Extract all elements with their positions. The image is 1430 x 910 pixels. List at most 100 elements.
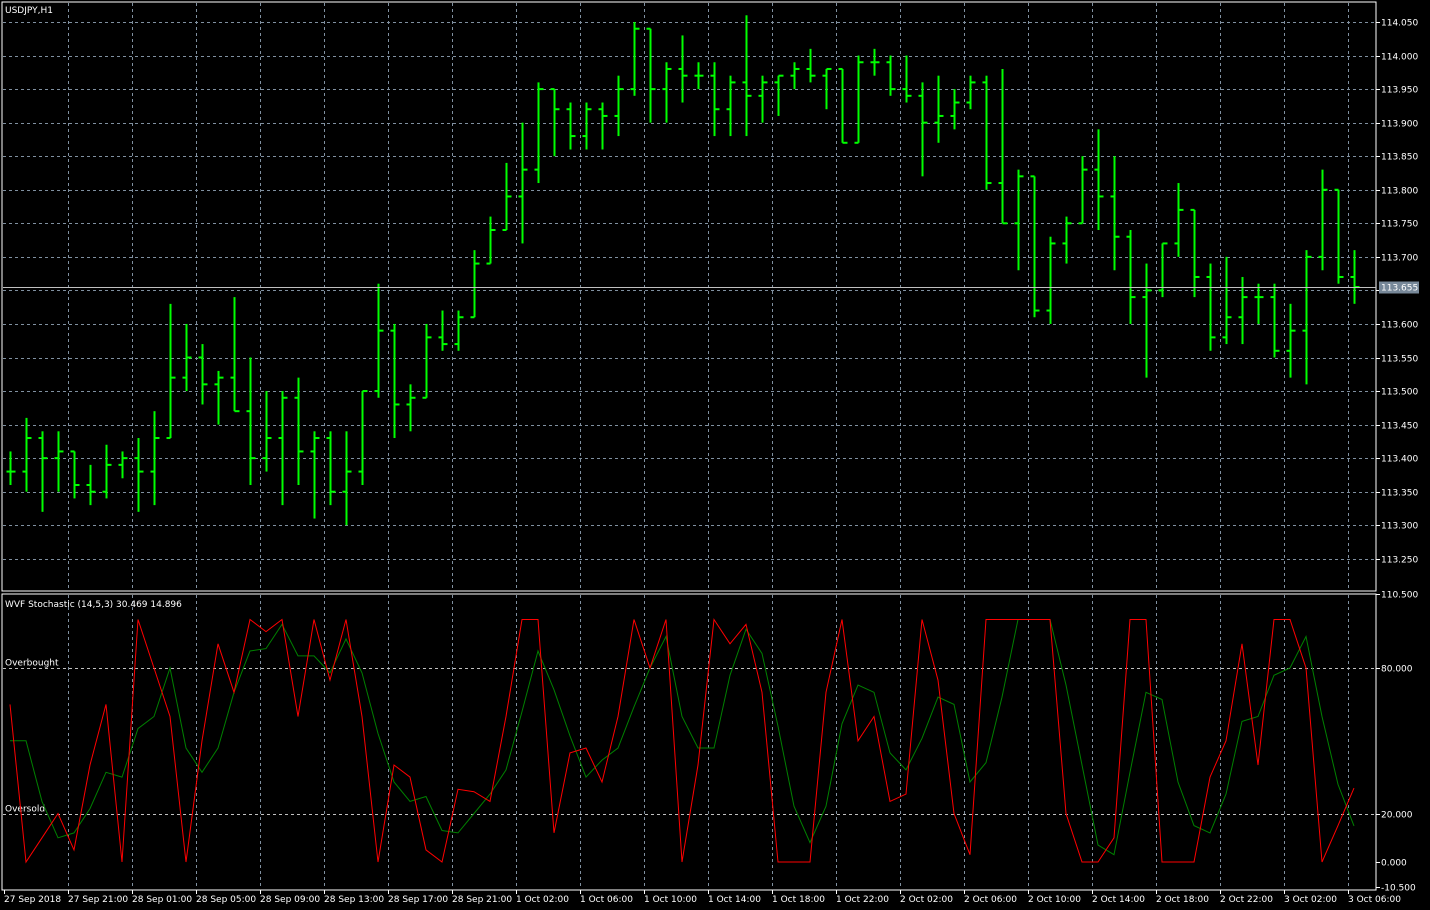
ohlc-bar <box>214 370 224 425</box>
ohlc-bar <box>646 27 656 123</box>
time-tick-label: 2 Oct 18:00 <box>1156 895 1209 905</box>
price-tick-label: 113.950 <box>1381 86 1418 96</box>
level-label-overbought: Overbought <box>5 659 59 669</box>
trading-chart[interactable]: Overbought Oversold 114.050 114.000 113.950… <box>0 0 1430 910</box>
time-tick-label: 2 Oct 02:00 <box>900 895 953 905</box>
time-tick-label: 1 Oct 02:00 <box>516 895 569 905</box>
ohlc-bar <box>1350 250 1360 304</box>
ohlc-bar <box>822 67 832 110</box>
ohlc-bar <box>1158 242 1168 298</box>
ohlc-bar <box>1174 183 1184 257</box>
ohlc-bar <box>118 451 128 479</box>
price-tick-label: 113.850 <box>1381 153 1418 163</box>
ohlc-bar <box>694 62 704 90</box>
ohlc-bar <box>438 310 448 351</box>
ohlc-bar <box>614 75 624 137</box>
ohlc-bar <box>678 35 688 103</box>
ohlc-bar <box>774 74 784 116</box>
ohlc-bar <box>1318 169 1328 271</box>
ohlc-bar <box>454 310 464 351</box>
ohlc-bar <box>630 22 640 96</box>
time-tick-label: 28 Sep 13:00 <box>324 895 384 905</box>
indicator-tick-label: -10.500 <box>1381 884 1416 894</box>
ohlc-bar <box>246 357 256 485</box>
ohlc-bar <box>806 48 816 83</box>
level-label-oversold: Oversold <box>5 805 45 815</box>
price-tick-label: 113.450 <box>1381 422 1418 432</box>
ohlc-bar <box>6 451 16 485</box>
ohlc-bar <box>326 431 336 506</box>
ohlc-bar <box>534 82 544 184</box>
ohlc-bar <box>566 102 576 150</box>
ohlc-bar <box>550 88 560 157</box>
time-tick-label: 1 Oct 10:00 <box>644 895 697 905</box>
time-tick-label: 1 Oct 06:00 <box>580 895 633 905</box>
ohlc-bar <box>230 297 240 413</box>
ohlc-bar <box>998 68 1008 225</box>
ohlc-bar <box>470 250 480 319</box>
ohlc-bar <box>1126 230 1136 324</box>
ohlc-bar <box>38 431 48 512</box>
ohlc-bar <box>726 75 736 137</box>
ohlc-bar <box>1222 256 1232 345</box>
time-tick-label: 2 Oct 14:00 <box>1092 895 1145 905</box>
ohlc-bar <box>870 48 880 76</box>
series-line-signal <box>10 619 1355 856</box>
ohlc-bar <box>1030 175 1040 318</box>
series-line-main <box>9 618 1355 864</box>
ohlc-bar <box>1334 188 1344 284</box>
time-tick-label: 2 Oct 22:00 <box>1220 895 1273 905</box>
price-tick-label: 113.550 <box>1381 355 1418 365</box>
bid-price-label: 113.655 <box>1381 284 1418 294</box>
time-tick-label: 28 Sep 09:00 <box>260 895 320 905</box>
indicator-tick-label: 0.000 <box>1381 859 1407 869</box>
ohlc-bar <box>1286 303 1296 378</box>
ohlc-bar <box>358 390 368 485</box>
price-tick-label: 113.700 <box>1381 254 1418 264</box>
grid <box>3 3 1375 889</box>
ohlc-bar <box>1062 216 1072 264</box>
time-tick-label: 27 Sep 21:00 <box>68 895 128 905</box>
time-tick-label: 28 Sep 21:00 <box>452 895 512 905</box>
price-tick-label: 113.750 <box>1381 220 1418 230</box>
symbol-title: USDJPY,H1 <box>5 6 53 16</box>
indicator-tick-label: 80.000 <box>1381 665 1413 675</box>
indicator-title: WVF Stochastic (14,5,3) 30.469 14.896 <box>5 600 182 610</box>
price-bars <box>3 15 1376 526</box>
ohlc-bar <box>294 377 304 485</box>
ohlc-bar <box>182 323 192 392</box>
time-tick-label: 1 Oct 14:00 <box>708 895 761 905</box>
ohlc-bar <box>982 75 992 190</box>
ohlc-bar <box>966 75 976 110</box>
ohlc-bar <box>278 391 288 506</box>
ohlc-bar <box>390 323 400 439</box>
ohlc-bar <box>134 438 144 512</box>
indicator-tick-label: 110.500 <box>1381 591 1418 601</box>
ohlc-bar <box>342 431 352 526</box>
ohlc-bar <box>22 417 32 492</box>
ohlc-bar <box>1142 263 1152 378</box>
indicator-lines: Overbought Oversold <box>3 618 1375 864</box>
price-tick-label: 113.600 <box>1381 321 1418 331</box>
price-tick-label: 113.500 <box>1381 388 1418 398</box>
ohlc-bar <box>1190 208 1200 298</box>
ohlc-bar <box>1254 283 1264 324</box>
ohlc-bar <box>150 411 160 506</box>
price-tick-label: 113.250 <box>1381 556 1418 566</box>
time-tick-label: 28 Sep 05:00 <box>196 895 256 905</box>
ohlc-bar <box>166 303 176 440</box>
ohlc-bar <box>262 391 272 472</box>
ohlc-bar <box>1302 250 1312 385</box>
price-tick-label: 113.800 <box>1381 187 1418 197</box>
price-tick-label: 113.350 <box>1381 489 1418 499</box>
ohlc-bar <box>1110 156 1120 271</box>
ohlc-bar <box>662 62 672 123</box>
ohlc-bar <box>86 464 96 506</box>
main-pane-border <box>1 1 1377 592</box>
ohlc-bar <box>934 75 944 143</box>
indicator-tick-label: 20.000 <box>1381 811 1413 821</box>
ohlc-bar <box>902 55 912 103</box>
ohlc-bar <box>54 431 64 492</box>
ohlc-bar <box>486 216 496 265</box>
ohlc-bar <box>422 323 432 399</box>
